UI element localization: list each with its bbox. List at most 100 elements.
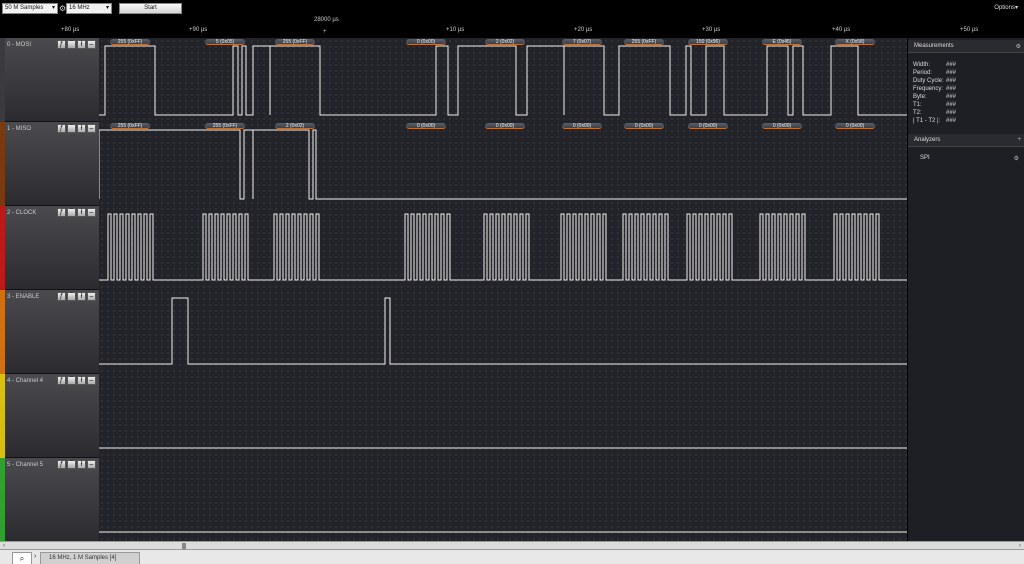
- decode-label[interactable]: 0 (0x00): [688, 123, 728, 129]
- trigger-rising-icon[interactable]: ƒ: [57, 208, 66, 217]
- channel-area: 0 - MOSI ƒ ‾ ł –255 (0xFF) 5 (0x05) 255 (0xFF)…: [0, 38, 907, 542]
- decode-label[interactable]: 7 (0x07): [562, 39, 602, 45]
- chevron-down-icon: ▾: [105, 5, 109, 11]
- decode-label[interactable]: 0 (0x00): [406, 39, 446, 45]
- channel-waveform-area[interactable]: 255 (0xFF) 5 (0x05) 255 (0xFF) 0 (0x00) 2 (0…: [99, 38, 907, 122]
- decode-label[interactable]: 0 (0x00): [562, 123, 602, 129]
- add-analyzer-icon[interactable]: +: [1017, 137, 1021, 143]
- start-button[interactable]: Start: [119, 3, 182, 14]
- tick-label: +40 µs: [832, 27, 851, 33]
- samples-select[interactable]: 50 M Samples ▾: [2, 3, 58, 14]
- channel-menu-icon[interactable]: –: [87, 460, 96, 469]
- trigger-high-icon[interactable]: ‾: [67, 292, 76, 301]
- trigger-high-icon[interactable]: ‾: [67, 208, 76, 217]
- decode-label[interactable]: 2 (0x02): [485, 39, 525, 45]
- channel-waveform-area[interactable]: [99, 458, 907, 542]
- channel-color-stripe: [0, 290, 5, 374]
- enable-waveform: [99, 297, 907, 365]
- channel-menu-icon[interactable]: –: [87, 124, 96, 133]
- measurements-header[interactable]: Measurements ⚙: [908, 40, 1024, 53]
- trigger-falling-icon[interactable]: ł: [77, 40, 86, 49]
- measurement-row: Frequency: ###: [913, 86, 1023, 94]
- trigger-rising-icon[interactable]: ƒ: [57, 376, 66, 385]
- decode-label[interactable]: 255 (0xFF): [110, 123, 150, 129]
- trigger-rising-icon[interactable]: ƒ: [57, 124, 66, 133]
- decode-label[interactable]: 5 (0x05): [205, 39, 245, 45]
- analyzers-header[interactable]: Analyzers +: [908, 134, 1024, 147]
- measurement-label: | T1 - T2 |:: [913, 118, 941, 124]
- trigger-falling-icon[interactable]: ł: [77, 208, 86, 217]
- time-ruler[interactable]: 28000 µs + +80 µs +90 µs +10 µs +20 µs +…: [0, 16, 1024, 38]
- trigger-falling-icon[interactable]: ł: [77, 124, 86, 133]
- channel-label-panel[interactable]: 2 - CLOCK ƒ ‾ ł –: [0, 206, 99, 290]
- decode-label[interactable]: 0 (0x00): [485, 123, 525, 129]
- channel-label-panel[interactable]: 0 - MOSI ƒ ‾ ł –: [0, 38, 99, 122]
- tab-bar: ⌕ › 16 MHz, 1 M Samples [4]: [0, 549, 1024, 564]
- measurement-value: ###: [946, 62, 957, 68]
- search-icon[interactable]: ⌕: [12, 552, 32, 564]
- trigger-falling-icon[interactable]: ł: [77, 292, 86, 301]
- measurement-label: Frequency:: [913, 86, 944, 92]
- channel-label-panel[interactable]: 1 - MISO ƒ ‾ ł –: [0, 122, 99, 206]
- timeline-scrollbar[interactable]: ‹ ›: [0, 541, 1024, 549]
- rate-select[interactable]: 16 MHz ▾: [66, 3, 112, 14]
- cursor-time-readout: 28000 µs: [314, 17, 339, 23]
- channel-label-panel[interactable]: 4 - Channel 4 ƒ ‾ ł –: [0, 374, 99, 458]
- tick-label: +90 µs: [189, 27, 208, 33]
- measurement-label: Width:: [913, 62, 931, 68]
- channel-menu-icon[interactable]: –: [87, 376, 96, 385]
- trigger-falling-icon[interactable]: ł: [77, 460, 86, 469]
- cursor-marker: +: [323, 29, 327, 35]
- trigger-high-icon[interactable]: ‾: [67, 124, 76, 133]
- channel-menu-icon[interactable]: –: [87, 40, 96, 49]
- tick-label: +20 µs: [574, 27, 593, 33]
- measurement-label: Period:: [913, 70, 933, 76]
- channel-menu-icon[interactable]: –: [87, 208, 96, 217]
- mosi-waveform: [99, 45, 907, 116]
- channel-waveform-area[interactable]: [99, 206, 907, 290]
- channel-label-panel[interactable]: 5 - Channel 5 ƒ ‾ ł –: [0, 458, 99, 542]
- measurement-row: Byte: ###: [913, 94, 1023, 102]
- decode-label[interactable]: 0 (0x00): [406, 123, 446, 129]
- channel-name: 0 - MOSI: [7, 42, 32, 48]
- mosi-waveform-trace: [99, 45, 907, 116]
- decode-label[interactable]: 255 (0xFF): [205, 123, 245, 129]
- measurement-value: ###: [946, 118, 957, 124]
- channel-label-panel[interactable]: 3 - ENABLE ƒ ‾ ł –: [0, 290, 99, 374]
- trigger-high-icon[interactable]: ‾: [67, 460, 76, 469]
- channel-name: 3 - ENABLE: [7, 294, 40, 300]
- trigger-high-icon[interactable]: ‾: [67, 376, 76, 385]
- samples-select-value: 50 M Samples: [5, 5, 44, 11]
- analyzer-item-spi[interactable]: SPI: [920, 155, 930, 161]
- channel-menu-icon[interactable]: –: [87, 292, 96, 301]
- decode-label[interactable]: 150 (0x96): [688, 39, 728, 45]
- analyzers-title: Analyzers: [914, 137, 941, 143]
- options-menu[interactable]: Options▾: [994, 4, 1018, 11]
- measurement-value: ###: [946, 86, 957, 92]
- gear-icon[interactable]: ⚙: [1016, 43, 1021, 50]
- chevron-right-icon[interactable]: ›: [34, 553, 36, 560]
- tab-session[interactable]: 16 MHz, 1 M Samples [4]: [40, 552, 140, 564]
- decode-label[interactable]: 255 (0xFF): [624, 39, 664, 45]
- channel-color-stripe: [0, 206, 5, 290]
- trigger-high-icon[interactable]: ‾: [67, 40, 76, 49]
- trigger-falling-icon[interactable]: ł: [77, 376, 86, 385]
- trigger-rising-icon[interactable]: ƒ: [57, 292, 66, 301]
- decode-label[interactable]: 255 (0xFF): [275, 39, 315, 45]
- channel-waveform-area[interactable]: [99, 374, 907, 458]
- channel-name: 1 - MISO: [7, 126, 32, 132]
- decode-label[interactable]: 2 (0x02): [275, 123, 315, 129]
- decode-label[interactable]: 255 (0xFF): [110, 39, 150, 45]
- decode-label[interactable]: 0 (0x00): [762, 123, 802, 129]
- trigger-rising-icon[interactable]: ƒ: [57, 460, 66, 469]
- decode-label[interactable]: 0 (0x00): [835, 123, 875, 129]
- gear-icon[interactable]: ⚙: [1014, 155, 1019, 162]
- rate-select-value: 16 MHz: [69, 5, 90, 11]
- trigger-rising-icon[interactable]: ƒ: [57, 40, 66, 49]
- decode-label[interactable]: 0 (0x00): [624, 123, 664, 129]
- decode-label[interactable]: X (0x58): [835, 39, 875, 45]
- channel5-waveform: [99, 531, 907, 533]
- decode-label[interactable]: E (0x45): [762, 39, 802, 45]
- channel-waveform-area[interactable]: 255 (0xFF) 255 (0xFF) 2 (0x02) 0 (0x00) 0 (0…: [99, 122, 907, 206]
- channel-waveform-area[interactable]: [99, 290, 907, 374]
